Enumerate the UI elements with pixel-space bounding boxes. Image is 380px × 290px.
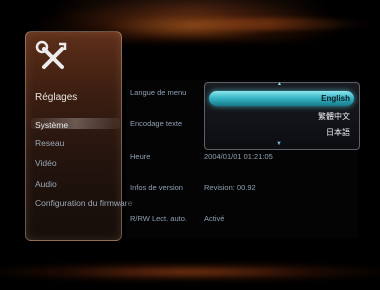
sidebar-item-systeme[interactable]: Système — [35, 120, 68, 130]
setting-label-text-encoding[interactable]: Encodage texte — [130, 119, 182, 128]
language-option-japanese[interactable]: 日本語 — [326, 127, 350, 138]
light-streak-bottom — [0, 262, 380, 282]
setting-label-time[interactable]: Heure — [130, 152, 150, 161]
scroll-down-icon[interactable]: ▼ — [276, 141, 282, 147]
sidebar-item-reseau[interactable]: Reseau — [35, 138, 64, 148]
setting-value-auto-play[interactable]: Activé — [204, 214, 224, 223]
sidebar-item-audio[interactable]: Audio — [35, 179, 57, 189]
sidebar-title: Réglages — [35, 92, 78, 103]
language-option-english[interactable]: English — [321, 94, 350, 103]
tools-icon — [35, 40, 67, 69]
scroll-up-icon[interactable]: ▲ — [277, 81, 282, 87]
setting-label-menu-language[interactable]: Langue de menu — [130, 88, 186, 97]
language-option-traditional-chinese[interactable]: 繁體中文 — [318, 111, 350, 122]
setting-label-auto-play[interactable]: R/RW Lect. auto. — [130, 214, 187, 223]
setting-label-version-info[interactable]: Infos de version — [130, 183, 183, 192]
sidebar-item-video[interactable]: Vidéo — [35, 158, 57, 168]
setting-value-version-info: Revision: 00.92 — [204, 183, 256, 192]
setting-value-time: 2004/01/01 01:21:05 — [204, 152, 273, 161]
light-streak-top-secondary — [170, 18, 370, 30]
sidebar-item-firmware-config[interactable]: Configuration du firmware — [35, 198, 132, 208]
